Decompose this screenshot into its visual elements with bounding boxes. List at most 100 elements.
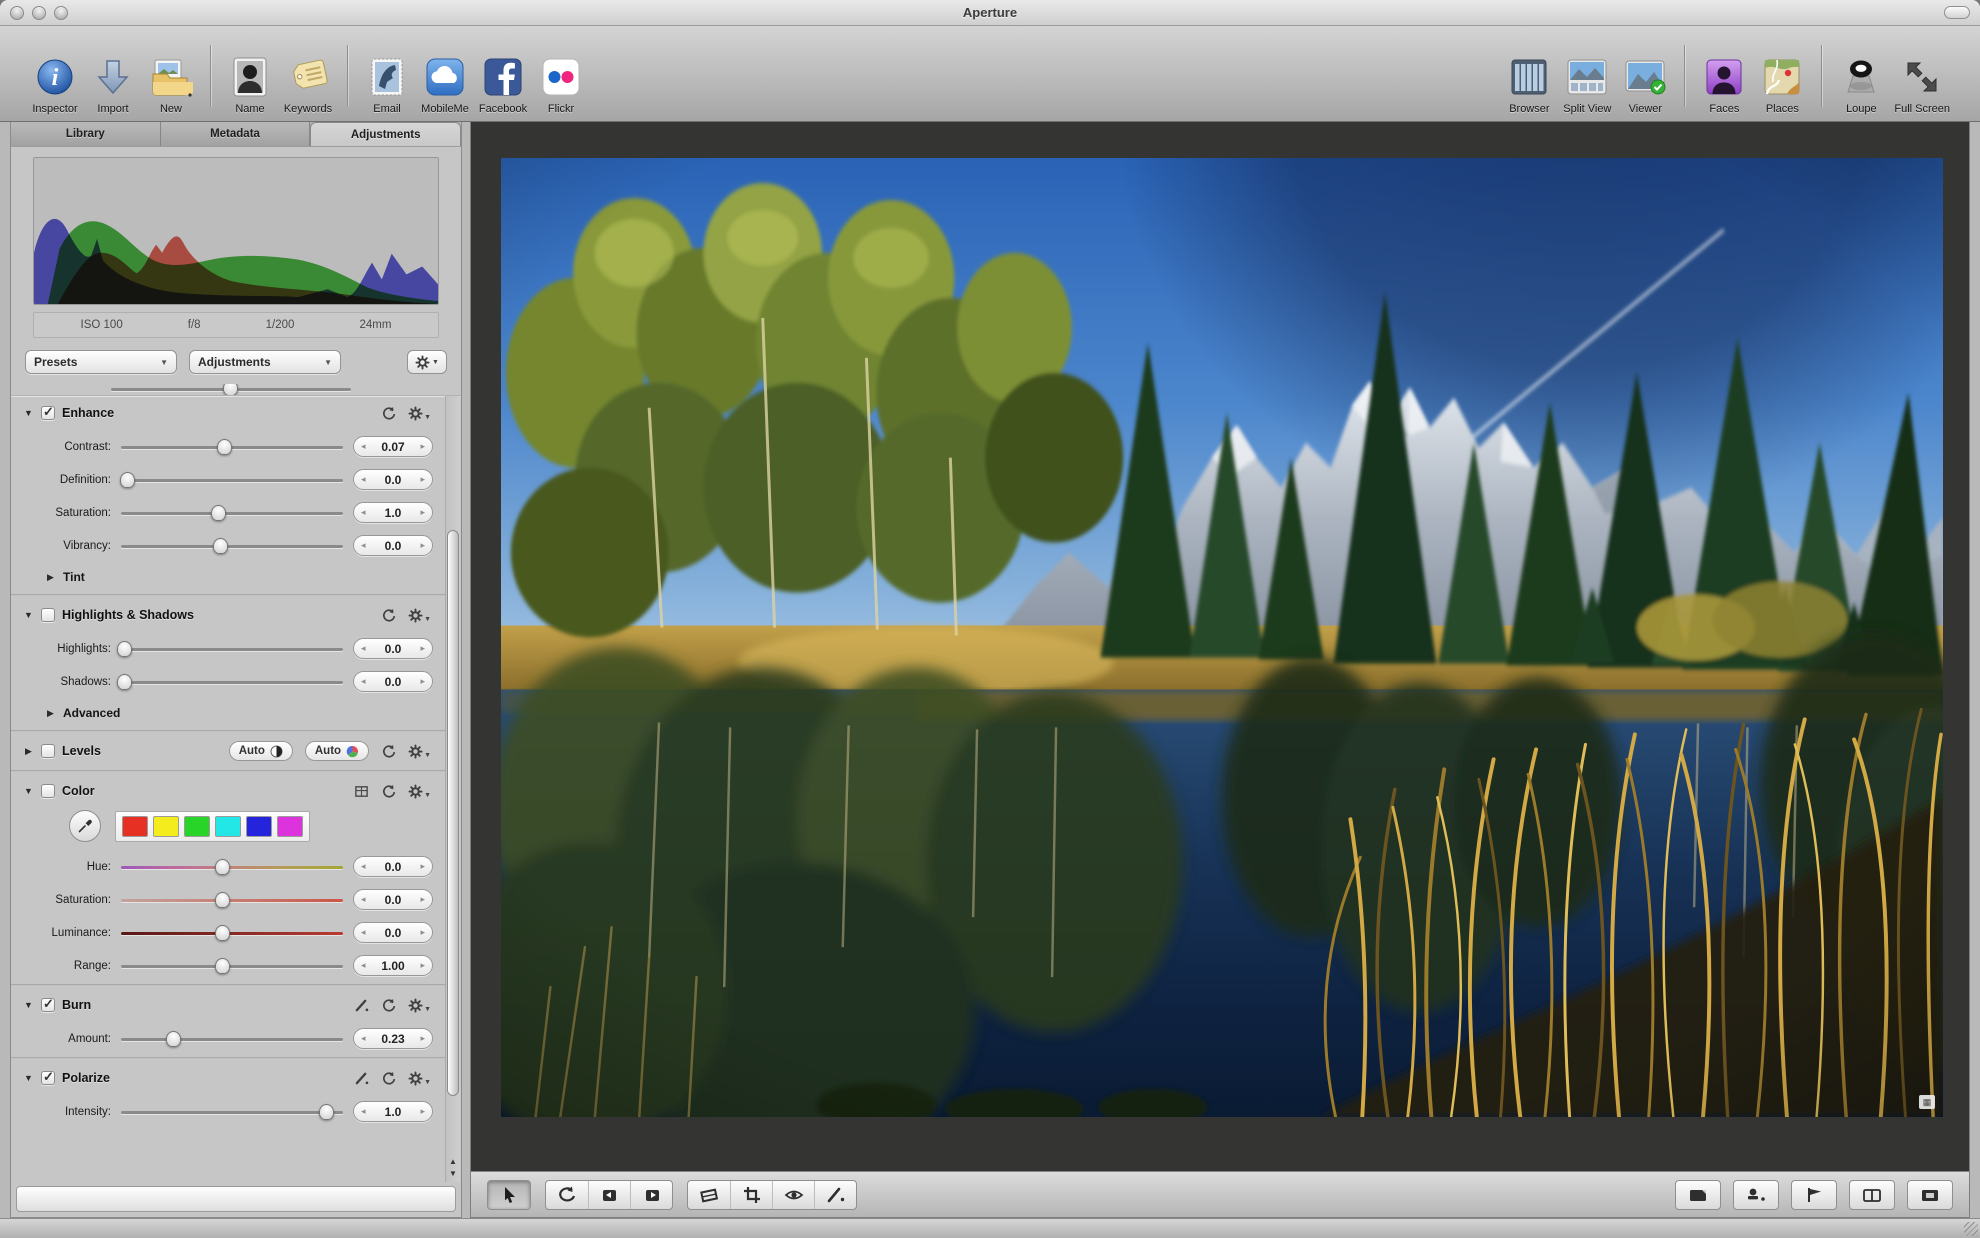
presets-dropdown[interactable]: Presets ▼ bbox=[25, 350, 177, 374]
loupe-button[interactable]: Loupe bbox=[1832, 54, 1890, 115]
brush-icon[interactable] bbox=[354, 998, 369, 1013]
color-swatch-cyan[interactable] bbox=[215, 816, 241, 837]
vibrancy-value-stepper[interactable]: ◂0.0▸ bbox=[353, 535, 433, 556]
definition-slider[interactable] bbox=[121, 471, 343, 489]
color-saturation-value-stepper[interactable]: ◂0.0▸ bbox=[353, 889, 433, 910]
new-button[interactable]: New bbox=[142, 54, 200, 115]
color-checkbox[interactable] bbox=[41, 784, 55, 798]
saturation-slider[interactable] bbox=[121, 504, 343, 522]
hue-value-stepper[interactable]: ◂0.0▸ bbox=[353, 856, 433, 877]
facebook-button[interactable]: Facebook bbox=[474, 54, 532, 115]
disclosure-triangle-icon[interactable]: ▼ bbox=[23, 610, 34, 620]
inspector-scrollbar[interactable]: ▲ ▼ bbox=[445, 396, 460, 1182]
keywords-button[interactable]: Keywords bbox=[279, 54, 337, 115]
color-swatch-red[interactable] bbox=[122, 816, 148, 837]
selection-tool-button[interactable] bbox=[488, 1181, 530, 1209]
faces-button[interactable]: Faces bbox=[1695, 54, 1753, 115]
shadows-slider[interactable] bbox=[121, 673, 343, 691]
auto-levels-rgb-button[interactable]: Auto bbox=[305, 741, 369, 761]
rotate-right-tool-button[interactable] bbox=[630, 1181, 672, 1209]
slider-thumb[interactable] bbox=[319, 1104, 334, 1120]
slider-thumb[interactable] bbox=[117, 674, 132, 690]
auto-levels-luminance-button[interactable]: Auto bbox=[229, 741, 293, 761]
shadows-value-stepper[interactable]: ◂0.0▸ bbox=[353, 671, 433, 692]
reset-icon[interactable] bbox=[381, 608, 396, 623]
definition-value-stepper[interactable]: ◂0.0▸ bbox=[353, 469, 433, 490]
panel-gear-button[interactable]: ▼ bbox=[408, 744, 431, 759]
color-swatch-magenta[interactable] bbox=[277, 816, 303, 837]
eyedropper-button[interactable] bbox=[69, 810, 101, 842]
disclosure-triangle-icon[interactable]: ▼ bbox=[23, 1000, 34, 1010]
color-swatch-green[interactable] bbox=[184, 816, 210, 837]
panel-gear-button[interactable]: ▼ bbox=[408, 1071, 431, 1086]
scroll-down-arrow[interactable]: ▼ bbox=[449, 1169, 457, 1178]
adjustments-dropdown[interactable]: Adjustments ▼ bbox=[189, 350, 341, 374]
range-slider[interactable] bbox=[121, 957, 343, 975]
flag-tool-button[interactable] bbox=[1791, 1180, 1837, 1210]
slider-thumb[interactable] bbox=[166, 1031, 181, 1047]
tab-adjustments[interactable]: Adjustments bbox=[310, 122, 461, 146]
name-button[interactable]: Name bbox=[221, 54, 279, 115]
email-button[interactable]: Email bbox=[358, 54, 416, 115]
reset-icon[interactable] bbox=[381, 744, 396, 759]
contrast-value-stepper[interactable]: ◂0.07▸ bbox=[353, 436, 433, 457]
polarize-checkbox[interactable] bbox=[41, 1071, 55, 1085]
tint-disclosure[interactable]: ▶ Tint bbox=[11, 562, 445, 592]
split-view-button[interactable]: Split View bbox=[1558, 54, 1616, 115]
mobileme-button[interactable]: MobileMe bbox=[416, 54, 474, 115]
places-button[interactable]: Places bbox=[1753, 54, 1811, 115]
adjustment-gear-button[interactable]: ▼ bbox=[407, 350, 447, 374]
range-value-stepper[interactable]: ◂1.00▸ bbox=[353, 955, 433, 976]
levels-checkbox[interactable] bbox=[41, 744, 55, 758]
panel-gear-button[interactable]: ▼ bbox=[408, 406, 431, 421]
intensity-slider[interactable] bbox=[121, 1103, 343, 1121]
scrollbar-thumb[interactable] bbox=[447, 530, 459, 1096]
lift-stamp-tool-button[interactable] bbox=[1733, 1180, 1779, 1210]
crop-tool-button[interactable] bbox=[730, 1181, 772, 1209]
advanced-disclosure[interactable]: ▶ Advanced bbox=[11, 698, 445, 728]
hue-slider[interactable] bbox=[121, 858, 343, 876]
reset-icon[interactable] bbox=[381, 998, 396, 1013]
slider-thumb[interactable] bbox=[217, 439, 232, 455]
burn-checkbox[interactable] bbox=[41, 998, 55, 1012]
panel-gear-button[interactable]: ▼ bbox=[408, 608, 431, 623]
highlights-value-stepper[interactable]: ◂0.0▸ bbox=[353, 638, 433, 659]
zoom-fit-tool-button[interactable] bbox=[1907, 1180, 1953, 1210]
panel-gear-button[interactable]: ▼ bbox=[408, 998, 431, 1013]
compare-tool-button[interactable] bbox=[1849, 1180, 1895, 1210]
show-master-tool-button[interactable] bbox=[1675, 1180, 1721, 1210]
enhance-checkbox[interactable] bbox=[41, 406, 55, 420]
disclosure-triangle-icon[interactable]: ▼ bbox=[23, 408, 34, 418]
full-screen-button[interactable]: Full Screen bbox=[1890, 54, 1954, 115]
browser-button[interactable]: Browser bbox=[1500, 54, 1558, 115]
saturation-value-stepper[interactable]: ◂1.0▸ bbox=[353, 502, 433, 523]
reset-icon[interactable] bbox=[381, 784, 396, 799]
slider-thumb[interactable] bbox=[215, 958, 230, 974]
inspector-button[interactable]: i Inspector bbox=[26, 54, 84, 115]
highlights-shadows-checkbox[interactable] bbox=[41, 608, 55, 622]
highlights-slider[interactable] bbox=[121, 640, 343, 658]
luminance-value-stepper[interactable]: ◂0.0▸ bbox=[353, 922, 433, 943]
straighten-tool-button[interactable] bbox=[688, 1181, 730, 1209]
slider-thumb[interactable] bbox=[117, 641, 132, 657]
resize-grip[interactable] bbox=[1964, 1222, 1978, 1236]
intensity-value-stepper[interactable]: ◂1.0▸ bbox=[353, 1101, 433, 1122]
viewer-canvas[interactable]: ▦ bbox=[471, 122, 1969, 1171]
disclosure-triangle-icon[interactable]: ▶ bbox=[23, 746, 34, 757]
slider-thumb[interactable] bbox=[215, 925, 230, 941]
slider-thumb[interactable] bbox=[211, 505, 226, 521]
viewer-button[interactable]: Viewer bbox=[1616, 54, 1674, 115]
toolbar-toggle-pill[interactable] bbox=[1944, 6, 1970, 19]
slider-thumb[interactable] bbox=[120, 472, 135, 488]
slider-thumb[interactable] bbox=[215, 859, 230, 875]
red-eye-tool-button[interactable] bbox=[772, 1181, 814, 1209]
color-swatch-blue[interactable] bbox=[246, 816, 272, 837]
disclosure-triangle-icon[interactable]: ▼ bbox=[23, 1073, 34, 1083]
color-saturation-slider[interactable] bbox=[121, 891, 343, 909]
retouch-tool-button[interactable] bbox=[814, 1181, 856, 1209]
panel-gear-button[interactable]: ▼ bbox=[408, 784, 431, 799]
slider-thumb[interactable] bbox=[215, 892, 230, 908]
reset-icon[interactable] bbox=[381, 406, 396, 421]
tab-metadata[interactable]: Metadata bbox=[161, 122, 311, 146]
slider-thumb[interactable] bbox=[213, 538, 228, 554]
